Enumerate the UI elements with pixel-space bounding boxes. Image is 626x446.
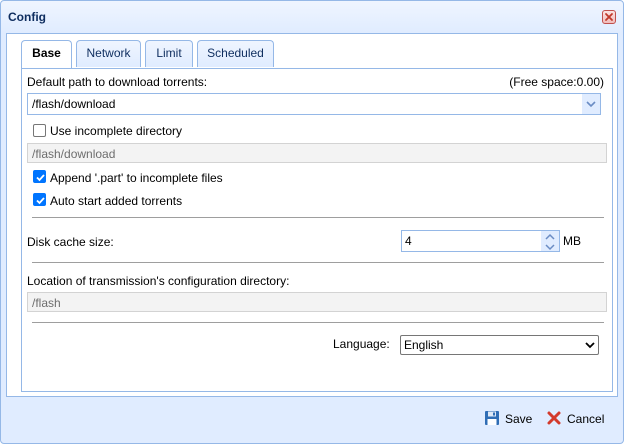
divider xyxy=(32,322,604,323)
disk-cache-value: 4 xyxy=(405,234,412,248)
language-label: Language: xyxy=(333,337,390,351)
config-dir-value: /flash xyxy=(32,296,61,310)
config-dir-field[interactable]: /flash xyxy=(27,292,607,312)
append-part-checkbox[interactable] xyxy=(33,170,46,183)
divider xyxy=(32,262,604,263)
append-part-label: Append '.part' to incomplete files xyxy=(50,171,223,185)
config-dialog: Config Base Network Limit Scheduled Defa… xyxy=(0,0,624,444)
use-incomplete-checkbox[interactable] xyxy=(33,124,46,137)
disk-cache-spinner[interactable]: 4 xyxy=(401,230,560,252)
dialog-title: Config xyxy=(8,10,46,24)
close-icon xyxy=(605,13,613,21)
checkmark-icon xyxy=(36,197,45,205)
spinner-down-button[interactable] xyxy=(541,241,559,251)
save-icon xyxy=(485,411,499,425)
download-path-value: /flash/download xyxy=(32,97,116,111)
auto-start-checkbox[interactable] xyxy=(33,193,46,206)
save-button[interactable]: Save xyxy=(484,410,534,428)
download-path-label: Default path to download torrents: xyxy=(27,75,208,89)
base-tab-panel: Default path to download torrents: (Free… xyxy=(21,68,613,392)
tab-base[interactable]: Base xyxy=(21,40,72,69)
tab-scheduled[interactable]: Scheduled xyxy=(197,40,274,67)
disk-cache-label: Disk cache size: xyxy=(27,235,114,249)
auto-start-label: Auto start added torrents xyxy=(50,194,183,208)
tab-limit[interactable]: Limit xyxy=(145,40,193,67)
save-label: Save xyxy=(505,412,533,426)
spinner-down-icon xyxy=(545,244,555,251)
language-select[interactable]: English xyxy=(400,335,599,355)
use-incomplete-label: Use incomplete directory xyxy=(50,124,183,138)
checkmark-icon xyxy=(36,174,45,182)
cancel-button[interactable]: Cancel xyxy=(546,410,608,428)
download-path-combo[interactable]: /flash/download xyxy=(27,93,601,115)
disk-cache-unit: MB xyxy=(563,234,581,248)
chevron-down-icon xyxy=(585,342,595,349)
cancel-icon xyxy=(547,411,561,425)
spinner-up-button[interactable] xyxy=(541,231,559,241)
cancel-label: Cancel xyxy=(567,412,605,426)
divider xyxy=(32,217,604,218)
tab-network[interactable]: Network xyxy=(76,40,141,67)
dialog-body: Base Network Limit Scheduled Default pat… xyxy=(6,33,618,397)
dropdown-arrow-button[interactable] xyxy=(582,94,600,114)
free-space-text: (Free space:0.00) xyxy=(509,75,604,89)
close-button[interactable] xyxy=(602,10,616,24)
incomplete-path-field[interactable]: /flash/download xyxy=(27,143,607,163)
language-value: English xyxy=(404,338,444,352)
incomplete-path-value: /flash/download xyxy=(32,147,116,161)
dropdown-arrow-icon xyxy=(586,101,596,108)
config-dir-label: Location of transmission's configuration… xyxy=(27,274,290,288)
title-bar[interactable]: Config xyxy=(1,1,623,33)
